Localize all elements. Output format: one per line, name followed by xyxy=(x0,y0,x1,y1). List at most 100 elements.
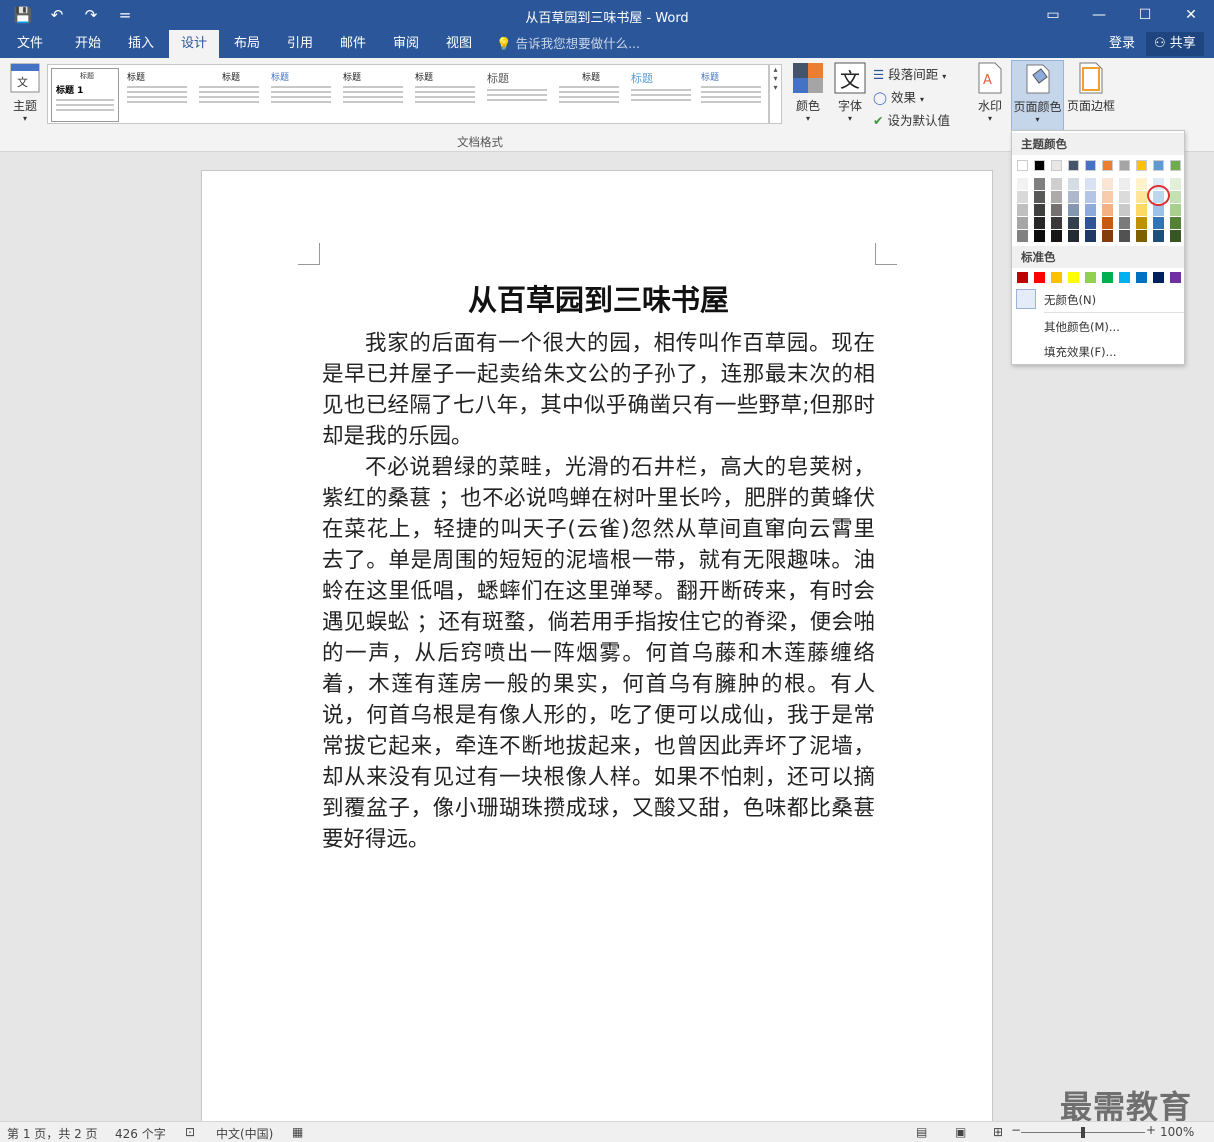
colors-button[interactable]: 颜色 ▾ xyxy=(789,62,827,123)
color-swatch[interactable] xyxy=(1119,217,1130,229)
close-icon[interactable]: ✕ xyxy=(1168,0,1214,30)
color-swatch[interactable] xyxy=(1068,191,1079,203)
color-swatch[interactable] xyxy=(1102,272,1113,283)
color-swatch[interactable] xyxy=(1170,178,1181,190)
color-swatch[interactable] xyxy=(1051,204,1062,216)
no-color-swatch[interactable] xyxy=(1016,289,1036,309)
tab-home[interactable]: 开始 xyxy=(63,30,113,58)
style-set-item[interactable]: 标题 xyxy=(627,68,695,122)
color-swatch[interactable] xyxy=(1136,191,1147,203)
color-swatch[interactable] xyxy=(1034,272,1045,283)
save-icon[interactable]: 💾 xyxy=(8,4,38,26)
style-set-item[interactable]: 标题 xyxy=(195,68,263,122)
watermark-button[interactable]: A 水印 ▾ xyxy=(972,62,1008,123)
fonts-button[interactable]: 文 字体 ▾ xyxy=(831,62,869,123)
color-swatch[interactable] xyxy=(1051,160,1062,171)
color-swatch[interactable] xyxy=(1085,204,1096,216)
color-swatch[interactable] xyxy=(1170,272,1181,283)
color-swatch[interactable] xyxy=(1170,230,1181,242)
color-swatch[interactable] xyxy=(1085,230,1096,242)
color-swatch[interactable] xyxy=(1153,272,1164,283)
word-count[interactable]: 426 个字 xyxy=(115,1125,166,1142)
color-swatch[interactable] xyxy=(1068,230,1079,242)
color-swatch[interactable] xyxy=(1136,230,1147,242)
paragraph-spacing-button[interactable]: ☰ 段落间距 ▾ xyxy=(873,64,946,83)
color-swatch[interactable] xyxy=(1170,191,1181,203)
color-swatch[interactable] xyxy=(1017,191,1028,203)
color-swatch[interactable] xyxy=(1034,160,1045,171)
more-colors-option[interactable]: 其他颜色(M)... xyxy=(1044,319,1120,335)
color-swatch[interactable] xyxy=(1017,272,1028,283)
color-swatch[interactable] xyxy=(1034,230,1045,242)
print-layout-icon[interactable]: ▣ xyxy=(955,1125,966,1139)
style-set-item[interactable]: 标题 xyxy=(339,68,407,122)
color-swatch[interactable] xyxy=(1119,160,1130,171)
color-swatch[interactable] xyxy=(1119,178,1130,190)
color-swatch[interactable] xyxy=(1136,160,1147,171)
color-swatch[interactable] xyxy=(1034,191,1045,203)
tab-mailings[interactable]: 邮件 xyxy=(328,30,378,58)
no-color-option[interactable]: 无颜色(N) xyxy=(1044,292,1096,308)
page-count[interactable]: 第 1 页，共 2 页 xyxy=(7,1125,98,1142)
color-swatch[interactable] xyxy=(1102,217,1113,229)
color-swatch[interactable] xyxy=(1136,217,1147,229)
themes-button[interactable]: 文 主题 ▾ xyxy=(6,62,44,123)
page-borders-button[interactable]: 页面边框 xyxy=(1065,62,1117,114)
share-button[interactable]: ⚇ 共享 xyxy=(1146,32,1204,56)
style-set-item[interactable]: 标题 xyxy=(697,68,765,122)
zoom-level[interactable]: 100% xyxy=(1160,1125,1194,1139)
color-swatch[interactable] xyxy=(1119,191,1130,203)
color-swatch[interactable] xyxy=(1136,272,1147,283)
color-swatch[interactable] xyxy=(1051,217,1062,229)
tab-review[interactable]: 审阅 xyxy=(381,30,431,58)
read-mode-icon[interactable]: ▤ xyxy=(916,1125,927,1139)
effects-button[interactable]: ◯ 效果 ▾ xyxy=(873,87,924,106)
color-swatch[interactable] xyxy=(1153,160,1164,171)
tab-design[interactable]: 设计 xyxy=(169,30,220,58)
color-swatch[interactable] xyxy=(1068,272,1079,283)
color-swatch[interactable] xyxy=(1034,178,1045,190)
minimize-icon[interactable]: — xyxy=(1076,0,1122,30)
color-swatch[interactable] xyxy=(1085,160,1096,171)
color-swatch[interactable] xyxy=(1017,217,1028,229)
color-swatch[interactable] xyxy=(1136,204,1147,216)
tell-me-box[interactable]: 💡 告诉我您想要做什么... xyxy=(496,30,640,58)
style-set-item[interactable]: 标题 xyxy=(555,68,623,122)
color-swatch[interactable] xyxy=(1051,191,1062,203)
color-swatch[interactable] xyxy=(1051,230,1062,242)
style-set-item[interactable]: 标题 xyxy=(411,68,479,122)
color-swatch[interactable] xyxy=(1051,272,1062,283)
tab-insert[interactable]: 插入 xyxy=(116,30,166,58)
paragraph[interactable]: 我家的后面有一个很大的园，相传叫作百草园。现在是早已并屋子一起卖给朱文公的子孙了… xyxy=(322,328,875,452)
color-swatch[interactable] xyxy=(1017,178,1028,190)
tab-file[interactable]: 文件 xyxy=(5,30,55,58)
color-swatch[interactable] xyxy=(1136,178,1147,190)
login-button[interactable]: 登录 xyxy=(1109,30,1135,58)
color-swatch[interactable] xyxy=(1068,217,1079,229)
style-set-item[interactable]: 标题 xyxy=(267,68,335,122)
undo-icon[interactable]: ↶ xyxy=(42,4,72,26)
language-status[interactable]: 中文(中国) xyxy=(216,1125,273,1142)
zoom-in-button[interactable]: + xyxy=(1146,1123,1156,1137)
gallery-scroll[interactable]: ▴ ▾ ▾ xyxy=(769,64,782,124)
style-set-item[interactable]: 标题 xyxy=(123,68,191,122)
style-set-item[interactable]: 标题 xyxy=(483,68,551,122)
maximize-icon[interactable]: ☐ xyxy=(1122,0,1168,30)
paragraph[interactable]: 不必说碧绿的菜畦，光滑的石井栏，高大的皂荚树，紫红的桑葚 ；也不必说鸣蝉在树叶里… xyxy=(322,452,875,855)
document-page[interactable]: 从百草园到三味书屋 我家的后面有一个很大的园，相传叫作百草园。现在是早已并屋子一… xyxy=(201,170,993,1130)
style-set-gallery[interactable]: 标题 标题 1 标题 标题 标题 标题 标题 标题 标题 标题 标题 xyxy=(47,64,769,124)
color-swatch[interactable] xyxy=(1102,191,1113,203)
document-title[interactable]: 从百草园到三味书屋 xyxy=(322,277,875,319)
tab-references[interactable]: 引用 xyxy=(275,30,325,58)
color-swatch[interactable] xyxy=(1017,230,1028,242)
color-swatch[interactable] xyxy=(1068,160,1079,171)
color-swatch[interactable] xyxy=(1119,272,1130,283)
zoom-slider-thumb[interactable] xyxy=(1081,1127,1085,1138)
page-color-button[interactable]: 页面颜色 ▾ xyxy=(1011,60,1064,134)
color-swatch[interactable] xyxy=(1085,191,1096,203)
color-swatch[interactable] xyxy=(1119,230,1130,242)
fill-effects-option[interactable]: 填充效果(F)... xyxy=(1044,344,1117,360)
color-swatch[interactable] xyxy=(1102,230,1113,242)
color-swatch[interactable] xyxy=(1119,204,1130,216)
color-swatch[interactable] xyxy=(1085,217,1096,229)
